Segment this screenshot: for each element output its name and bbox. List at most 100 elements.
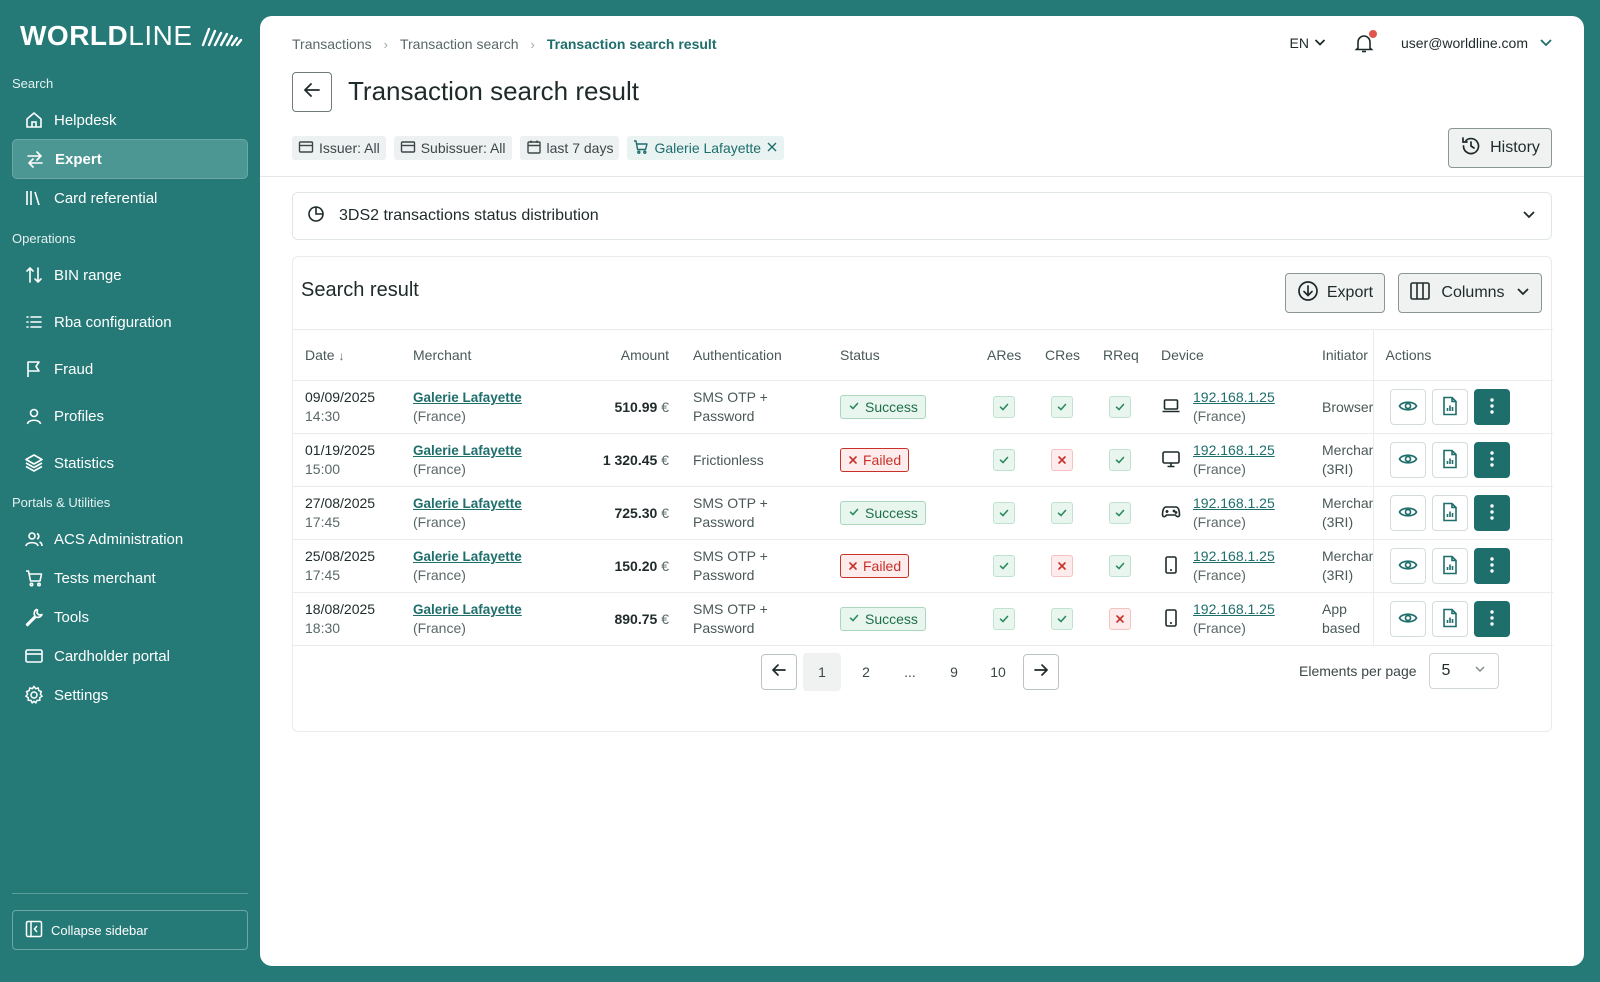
sidebar-item-bin-range[interactable]: BIN range: [12, 255, 248, 295]
sidebar-item-acs-administration[interactable]: ACS Administration: [12, 519, 248, 559]
card-icon: [298, 139, 314, 158]
cross-icon: [848, 452, 858, 468]
merchant-link[interactable]: Galerie Lafayette: [413, 494, 573, 513]
report-button[interactable]: [1431, 442, 1468, 478]
export-button[interactable]: Export: [1285, 273, 1385, 313]
next-page-button[interactable]: [1023, 654, 1059, 690]
view-button[interactable]: [1389, 601, 1426, 637]
sidebar-item-cardholder-portal[interactable]: Cardholder portal: [12, 636, 248, 676]
language-select[interactable]: EN: [1290, 35, 1327, 52]
sidebar-item-statistics[interactable]: Statistics: [12, 443, 248, 483]
view-button[interactable]: [1389, 495, 1426, 531]
sidebar-item-helpdesk[interactable]: Helpdesk: [12, 100, 248, 140]
sidebar-item-profiles[interactable]: Profiles: [12, 396, 248, 436]
collapse-sidebar-icon: [25, 920, 43, 941]
ip-link[interactable]: 192.168.1.25: [1193, 600, 1275, 619]
view-button[interactable]: [1389, 389, 1426, 425]
report-file-icon: [1441, 608, 1459, 631]
table-row[interactable]: 09/09/2025 14:30 Galerie Lafayette (France…: [293, 380, 1553, 434]
table-row[interactable]: 25/08/2025 17:45 Galerie Lafayette (France…: [293, 539, 1553, 593]
ares-check-icon: [993, 555, 1015, 577]
columns-button[interactable]: Columns: [1398, 273, 1542, 313]
column-header-date[interactable]: Date ↓: [293, 329, 401, 381]
sort-down-icon: ↓: [338, 349, 345, 363]
sidebar-item-card-referential[interactable]: Card referential: [12, 178, 248, 218]
report-button[interactable]: [1431, 601, 1468, 637]
more-options-button[interactable]: [1473, 548, 1510, 584]
filter-chip-merchant[interactable]: Galerie Lafayette: [627, 136, 785, 160]
cell-rreq: [1091, 433, 1149, 487]
status-badge: Success: [840, 395, 926, 419]
view-button[interactable]: [1389, 442, 1426, 478]
more-options-button[interactable]: [1473, 601, 1510, 637]
ip-link[interactable]: 192.168.1.25: [1193, 494, 1275, 513]
merchant-link[interactable]: Galerie Lafayette: [413, 547, 573, 566]
section-search: Search: [12, 76, 54, 91]
export-label: Export: [1326, 284, 1374, 301]
sidebar-item-label: Helpdesk: [54, 111, 117, 129]
user-menu[interactable]: user@worldline.com: [1401, 34, 1554, 53]
table-row[interactable]: 27/08/2025 17:45 Galerie Lafayette (France…: [293, 486, 1553, 540]
remove-filter-icon[interactable]: [766, 140, 778, 156]
filter-chip-subissuer[interactable]: Subissuer: All: [393, 136, 512, 160]
merchant-link[interactable]: Galerie Lafayette: [413, 388, 573, 407]
report-button[interactable]: [1431, 495, 1468, 531]
more-vertical-icon: [1489, 450, 1494, 470]
transfer-icon: [25, 149, 45, 169]
pagination: 1 2 ... 9 10: [761, 653, 1059, 691]
table-row[interactable]: 01/19/2025 15:00 Galerie Lafayette (France…: [293, 433, 1553, 487]
cell-initiator: Browser: [1310, 380, 1373, 434]
wrench-icon: [24, 607, 44, 627]
more-options-button[interactable]: [1473, 389, 1510, 425]
filter-chip-period[interactable]: last 7 days: [519, 136, 620, 160]
status-distribution-accordion[interactable]: 3DS2 transactions status distribution: [292, 192, 1552, 240]
page-10-button[interactable]: 10: [979, 653, 1017, 691]
sidebar-item-tools[interactable]: Tools: [12, 597, 248, 637]
report-button[interactable]: [1431, 548, 1468, 584]
cell-rreq: [1091, 592, 1149, 646]
column-header-status: Status: [828, 329, 975, 381]
sidebar-item-fraud[interactable]: Fraud: [12, 349, 248, 389]
ip-link[interactable]: 192.168.1.25: [1193, 388, 1275, 407]
history-button[interactable]: History: [1448, 128, 1552, 168]
report-file-icon: [1441, 555, 1459, 578]
view-button[interactable]: [1389, 548, 1426, 584]
table-row[interactable]: 18/08/2025 18:30 Galerie Lafayette (France…: [293, 592, 1553, 646]
merchant-link[interactable]: Galerie Lafayette: [413, 600, 573, 619]
filter-chip-issuer[interactable]: Issuer: All: [292, 136, 386, 160]
sidebar-item-settings[interactable]: Settings: [12, 675, 248, 715]
cell-authentication: SMS OTP + Password: [681, 592, 828, 646]
cell-initiator: Merchant(3RI): [1310, 433, 1373, 487]
previous-page-button[interactable]: [761, 654, 797, 690]
cell-device: 192.168.1.25 (France): [1149, 380, 1310, 434]
ip-link[interactable]: 192.168.1.25: [1193, 441, 1275, 460]
chevron-down-icon: [1515, 283, 1531, 304]
filter-chip-label: last 7 days: [546, 140, 614, 156]
breadcrumb-transaction-search[interactable]: Transaction search: [400, 36, 519, 52]
report-file-icon: [1441, 449, 1459, 472]
elements-per-page-select[interactable]: 5: [1428, 653, 1499, 689]
merchant-link[interactable]: Galerie Lafayette: [413, 441, 573, 460]
worldline-logo[interactable]: WORLDLINE: [20, 20, 245, 52]
page-2-button[interactable]: 2: [847, 653, 885, 691]
breadcrumb-transactions[interactable]: Transactions: [292, 36, 372, 52]
page-1-button[interactable]: 1: [803, 653, 841, 691]
collapse-sidebar-button[interactable]: Collapse sidebar: [12, 910, 248, 950]
sidebar-item-rba-configuration[interactable]: Rba configuration: [12, 302, 248, 342]
more-options-button[interactable]: [1473, 442, 1510, 478]
report-button[interactable]: [1431, 389, 1468, 425]
ares-check-icon: [993, 608, 1015, 630]
page-9-button[interactable]: 9: [935, 653, 973, 691]
cell-date: 25/08/2025 17:45: [293, 539, 401, 593]
more-options-button[interactable]: [1473, 495, 1510, 531]
column-header-ares: ARes: [975, 329, 1033, 381]
ares-check-icon: [993, 449, 1015, 471]
status-badge: Failed: [840, 554, 910, 578]
sidebar-item-tests-merchant[interactable]: Tests merchant: [12, 558, 248, 598]
cell-device: 192.168.1.25 (France): [1149, 486, 1310, 540]
ip-link[interactable]: 192.168.1.25: [1193, 547, 1275, 566]
sidebar-item-expert[interactable]: Expert: [12, 139, 248, 179]
back-button[interactable]: [292, 72, 332, 112]
chevron-right-icon: ›: [383, 36, 388, 52]
notifications-button[interactable]: [1353, 30, 1377, 54]
